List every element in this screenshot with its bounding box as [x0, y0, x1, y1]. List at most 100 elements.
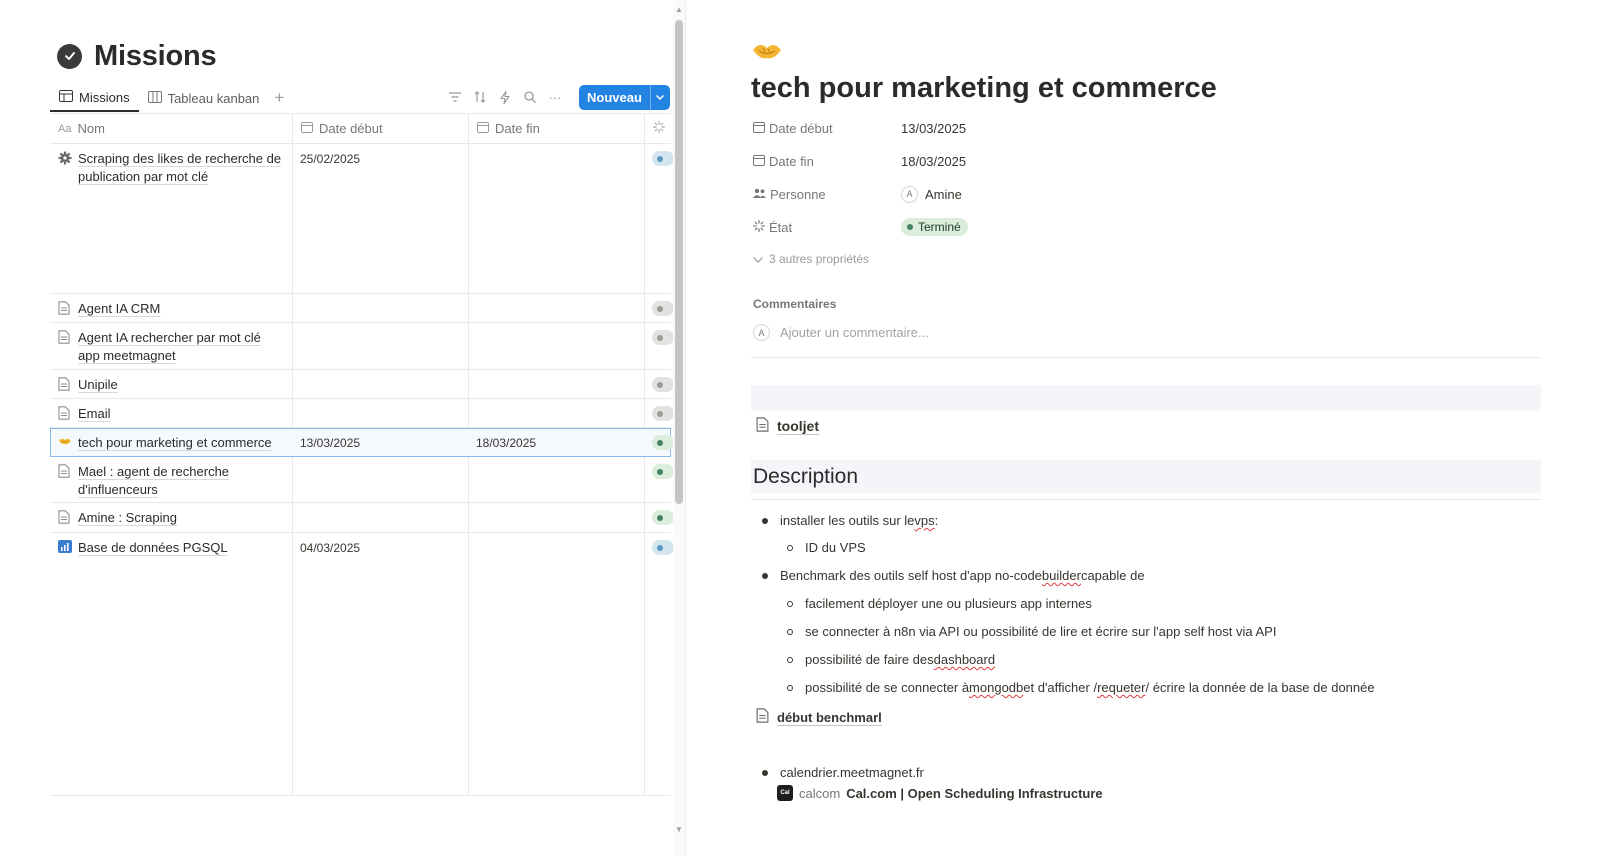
status-badge[interactable]: Terminé	[901, 218, 968, 236]
row-name-cell[interactable]: Amine : Scraping	[58, 509, 286, 529]
list-item[interactable]: se connecter à n8n via API ou possibilit…	[787, 624, 1276, 639]
chevron-down-icon[interactable]	[649, 84, 670, 110]
link-title[interactable]: Cal.com | Open Scheduling Infrastructure	[846, 786, 1102, 801]
table-row[interactable]: Email	[50, 399, 674, 428]
lightning-icon[interactable]	[496, 88, 514, 106]
misspelled-word: requeter	[1097, 680, 1146, 695]
status-badge[interactable]	[652, 377, 674, 392]
table-row-selected[interactable]: tech pour marketing et commerce 13/03/20…	[50, 428, 674, 457]
status-badge[interactable]	[652, 510, 674, 525]
column-header-name[interactable]: Aa Nom	[50, 114, 292, 143]
row-name[interactable]: Agent IA rechercher par mot clé app meet…	[78, 329, 286, 365]
row-name-cell[interactable]: Base de données PGSQL	[58, 539, 286, 558]
link-site-name[interactable]: calcom	[799, 786, 840, 801]
avatar: A	[753, 324, 770, 341]
row-name-cell[interactable]: Unipile	[58, 376, 286, 396]
comment-input[interactable]: A Ajouter un commentaire...	[753, 324, 929, 341]
property-end-date[interactable]: Date fin 18/03/2025	[753, 150, 966, 172]
property-person[interactable]: Personne A Amine	[753, 183, 962, 205]
list-item[interactable]: possibilité de se connecter à mongodb et…	[787, 680, 1375, 695]
description-heading[interactable]: Description	[753, 465, 858, 489]
column-header-start[interactable]: Date début	[293, 114, 468, 143]
filter-icon[interactable]	[446, 88, 464, 106]
row-name[interactable]: Scraping des likes de recherche de publi…	[78, 150, 286, 186]
row-name-cell[interactable]: Email	[58, 405, 286, 425]
property-value[interactable]: 13/03/2025	[901, 121, 966, 136]
status-label: Terminé	[918, 220, 961, 234]
url-text[interactable]: calendrier.meetmagnet.fr	[780, 765, 924, 780]
new-button-label[interactable]: Nouveau	[579, 85, 650, 110]
row-start-date[interactable]: 13/03/2025	[300, 436, 360, 450]
comment-placeholder[interactable]: Ajouter un commentaire...	[780, 325, 929, 340]
status-badge[interactable]	[652, 406, 674, 421]
row-name-cell[interactable]: Scraping des likes de recherche de publi…	[58, 150, 286, 186]
chevron-down-icon	[753, 252, 763, 266]
scroll-up-arrow[interactable]: ▲	[674, 5, 684, 15]
page-link-benchmark[interactable]: début benchmarl	[756, 708, 882, 726]
table-row[interactable]: Agent IA rechercher par mot clé app meet…	[50, 323, 674, 370]
property-state[interactable]: État Terminé	[753, 216, 968, 238]
table-row[interactable]: Base de données PGSQL 04/03/2025	[50, 533, 674, 797]
list-item[interactable]: possibilité de faire des dashboard	[787, 652, 995, 667]
table-row[interactable]: Mael : agent de recherche d'influenceurs	[50, 457, 674, 503]
page-title[interactable]: tech pour marketing et commerce	[751, 72, 1217, 105]
person-name[interactable]: Amine	[925, 187, 962, 202]
row-name[interactable]: tech pour marketing et commerce	[78, 434, 272, 453]
sort-icon[interactable]	[471, 88, 489, 106]
tab-missions[interactable]: Missions	[50, 84, 139, 112]
page-link-tooljet[interactable]: tooljet	[756, 417, 819, 435]
row-name[interactable]: Amine : Scraping	[78, 509, 177, 529]
status-badge[interactable]	[652, 301, 674, 316]
list-item[interactable]: Benchmark des outils self host d'app no-…	[762, 568, 1145, 583]
column-header-end[interactable]: Date fin	[469, 114, 644, 143]
table-row[interactable]: Scraping des likes de recherche de publi…	[50, 144, 674, 294]
list-item[interactable]: installer les outils sur le vps :	[762, 513, 938, 528]
row-name-cell[interactable]: Agent IA rechercher par mot clé app meet…	[58, 329, 286, 365]
table-row[interactable]: Unipile	[50, 370, 674, 399]
row-name[interactable]: Email	[78, 405, 111, 425]
list-item[interactable]: ID du VPS	[787, 540, 866, 555]
search-icon[interactable]	[521, 88, 539, 106]
property-value[interactable]: 18/03/2025	[901, 154, 966, 169]
avatar: A	[901, 185, 918, 203]
new-button[interactable]: Nouveau	[579, 84, 670, 110]
row-name[interactable]: Base de données PGSQL	[78, 539, 228, 558]
property-value[interactable]: A Amine	[901, 185, 962, 203]
list-item[interactable]: calendrier.meetmagnet.fr	[762, 765, 924, 780]
row-end-date[interactable]: 18/03/2025	[476, 436, 536, 450]
table-row[interactable]: Agent IA CRM	[50, 294, 674, 323]
link-mention[interactable]: Cal calcom Cal.com | Open Scheduling Inf…	[777, 785, 1103, 801]
row-name-cell[interactable]: Agent IA CRM	[58, 300, 286, 320]
more-icon[interactable]: ···	[546, 88, 564, 106]
row-name-cell[interactable]: Mael : agent de recherche d'influenceurs	[58, 463, 286, 499]
column-header-status[interactable]	[645, 114, 671, 143]
scrollbar-thumb[interactable]	[675, 20, 683, 504]
status-badge[interactable]	[652, 151, 674, 166]
status-badge[interactable]	[652, 540, 674, 555]
scroll-down-arrow[interactable]: ▼	[674, 825, 684, 835]
tab-kanban[interactable]: Tableau kanban	[139, 84, 269, 112]
page-icon	[58, 510, 72, 529]
scrollbar[interactable]: ▲ ▼	[673, 0, 685, 856]
table-row[interactable]: Amine : Scraping	[50, 503, 674, 533]
more-properties-toggle[interactable]: 3 autres propriétés	[753, 252, 869, 266]
property-value[interactable]: Terminé	[901, 218, 968, 236]
list-item[interactable]: facilement déployer une ou plusieurs app…	[787, 596, 1092, 611]
property-start-date[interactable]: Date début 13/03/2025	[753, 117, 966, 139]
row-name[interactable]: Unipile	[78, 376, 118, 396]
row-name[interactable]: Agent IA CRM	[78, 300, 160, 320]
handshake-icon[interactable]	[751, 38, 783, 73]
status-badge[interactable]	[652, 330, 674, 345]
status-badge[interactable]	[652, 464, 674, 479]
bullet-marker	[787, 656, 793, 663]
divider	[751, 499, 1541, 500]
page-link-label[interactable]: tooljet	[777, 418, 819, 434]
empty-highlight-block[interactable]	[751, 385, 1541, 411]
row-start-date[interactable]: 04/03/2025	[300, 541, 360, 555]
page-link-label[interactable]: début benchmarl	[777, 710, 882, 725]
row-name[interactable]: Mael : agent de recherche d'influenceurs	[78, 463, 286, 499]
row-start-date[interactable]: 25/02/2025	[300, 152, 360, 166]
add-view-button[interactable]: +	[268, 88, 290, 108]
status-badge[interactable]	[652, 435, 674, 450]
row-name-cell[interactable]: tech pour marketing et commerce	[58, 434, 286, 453]
